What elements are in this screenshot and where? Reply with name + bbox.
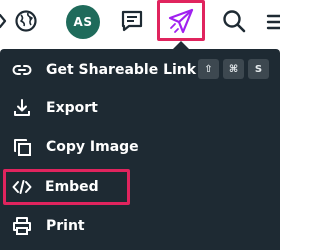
menu-item-label: Print [46, 218, 85, 234]
printer-icon [12, 216, 32, 236]
s-key-badge: S [248, 59, 269, 79]
send-icon [167, 7, 195, 35]
menu-item-label: Get Shareable Link [46, 62, 197, 78]
menu-item-export[interactable]: Export [0, 90, 280, 126]
more-icon[interactable] [264, 8, 280, 36]
comment-icon[interactable] [118, 7, 146, 35]
search-icon[interactable] [220, 7, 248, 35]
menu-item-print[interactable]: Print [0, 208, 280, 244]
code-icon [12, 177, 32, 197]
share-menu-screen: AS Get Shareable Link ⇧ ⌘ S Export Copy … [0, 0, 280, 250]
top-toolbar: AS [0, 0, 280, 44]
download-icon [12, 98, 32, 118]
send-button[interactable] [157, 0, 205, 41]
menu-item-label: Embed [45, 179, 99, 195]
menu-item-label: Export [46, 100, 98, 116]
command-key-badge: ⌘ [223, 59, 244, 79]
menu-item-copy-image[interactable]: Copy Image [0, 129, 280, 165]
link-icon [12, 60, 32, 80]
copy-icon [12, 137, 32, 157]
avatar[interactable]: AS [66, 5, 100, 39]
chevron-icon[interactable] [0, 10, 10, 32]
menu-item-embed[interactable]: Embed [3, 169, 130, 205]
keyboard-shortcut: ⇧ ⌘ S [198, 59, 269, 79]
shift-key-badge: ⇧ [198, 59, 219, 79]
menu-item-label: Copy Image [46, 139, 139, 155]
globe-icon[interactable] [14, 9, 38, 33]
